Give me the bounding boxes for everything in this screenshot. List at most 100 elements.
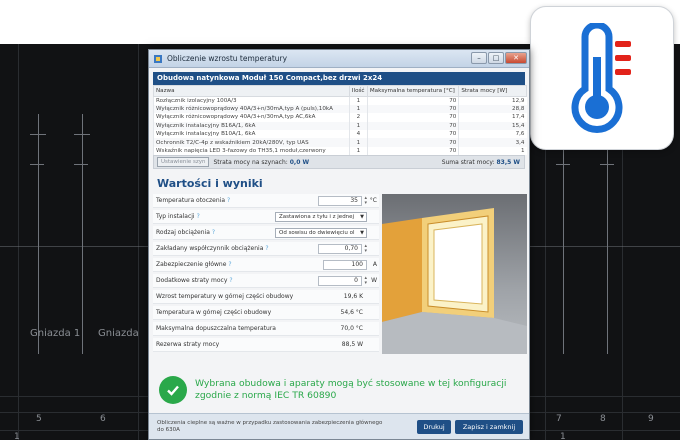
spinner-icon[interactable]: ▴ ▾ — [364, 275, 367, 286]
cad-label: 1 — [14, 432, 20, 440]
field-unit: °C — [369, 197, 377, 205]
column-header-name[interactable]: Nazwa — [153, 85, 350, 97]
title-bar[interactable]: Obliczenie wzrostu temperatury – □ ✕ — [149, 50, 529, 68]
table-row[interactable]: Wskaźnik napięcia LED 3-fazowy do TH35,1… — [153, 146, 527, 156]
table-row[interactable]: Rozłącznik izolacyjny 100A/3 1 70 12,9 — [153, 96, 527, 105]
cell-name: Ochronnik T2/C-4p z wskaźnikiem 20kA/280… — [153, 138, 350, 147]
field-select[interactable]: Zastawiona z tyłu i z jednej ▼ — [275, 211, 367, 222]
cell-qty: 1 — [348, 96, 368, 105]
cell-loss: 15,4 — [458, 121, 527, 131]
help-icon[interactable]: ? — [228, 261, 231, 268]
spinner-icon[interactable]: ▴ ▾ — [364, 243, 367, 254]
cell-name: Wyłącznik instalacyjny B16A/1, 6kA — [153, 121, 350, 131]
result-field-row: Rodzaj obciążenia? Od sowisu do dwiewięci… — [153, 226, 379, 240]
close-button[interactable]: ✕ — [505, 52, 527, 64]
device-table: Nazwa Ilość Maksymalna temperatura [°C] … — [153, 85, 527, 156]
cell-loss: 12,9 — [458, 96, 527, 105]
results-title: Wartości i wyniki — [157, 177, 263, 191]
cell-qty: 1 — [348, 104, 368, 114]
cad-label: 7 — [556, 414, 562, 424]
cell-qty: 1 — [348, 138, 368, 147]
field-input[interactable]: 100 — [323, 259, 367, 270]
cad-wire — [74, 134, 90, 135]
cad-wire — [38, 114, 39, 354]
field-unit: W — [371, 277, 377, 285]
column-header-loss[interactable]: Strata mocy [W] — [458, 85, 527, 97]
minimize-button[interactable]: – — [471, 52, 487, 64]
table-row[interactable]: Wyłącznik instalacyjny B10A/1, 6kA 4 70 7,6 — [153, 130, 527, 139]
cell-name: Rozłącznik izolacyjny 100A/3 — [153, 96, 350, 105]
cell-loss: 17,4 — [458, 113, 527, 122]
cad-wire — [0, 246, 148, 247]
maximize-button[interactable]: □ — [488, 52, 504, 64]
cell-temp: 70 — [366, 104, 459, 114]
result-field-row: Zakładany współczynnik obciążenia? 0,70 ▴ ▾ — [153, 242, 379, 256]
total-loss-value: 83,5 W — [496, 158, 520, 166]
cell-temp: 70 — [366, 121, 459, 131]
print-button[interactable]: Drukuj — [417, 420, 451, 434]
cell-qty: 4 — [348, 130, 368, 139]
result-field-row: Zabezpieczenie główne? 100 A — [153, 258, 379, 272]
result-message-line2: zgodnie z normą IEC TR 60890 — [195, 390, 337, 402]
field-input[interactable]: 0,70 — [318, 243, 362, 254]
cad-label: Gniazda 1 — [30, 328, 81, 339]
bottom-bar: Obliczenia cieplne są ważne w przypadku … — [149, 413, 529, 439]
result-banner: Wybrana obudowa i aparaty mogą być stoso… — [153, 368, 525, 412]
cell-loss: 7,6 — [458, 130, 527, 139]
cell-temp: 70 — [366, 96, 459, 105]
help-icon[interactable]: ? — [197, 213, 200, 220]
result-message-line1: Wybrana obudowa i aparaty mogą być stoso… — [195, 378, 507, 390]
cad-label: 9 — [648, 414, 654, 424]
cad-label: 8 — [600, 414, 606, 424]
result-field-row: Temperatura otoczenia? 35 ▴ ▾ °C — [153, 194, 379, 208]
total-loss: Suma strat mocy: 83,5 W — [442, 159, 520, 166]
field-input[interactable]: 35 — [318, 195, 362, 206]
thermometer-tile — [530, 6, 674, 150]
result-field-row: Wzrost temperatury w górnej części obudo… — [153, 290, 379, 304]
field-select[interactable]: Od sowisu do dwiewięciu ol ▼ — [275, 227, 367, 238]
table-row[interactable]: Wyłącznik instalacyjny B16A/1, 6kA 1 70 15,… — [153, 121, 527, 131]
help-icon[interactable]: ? — [265, 245, 268, 252]
cad-label: 1 — [560, 432, 566, 440]
result-field-row: Maksymalna dopuszczalna temperatura 70,0 … — [153, 322, 379, 336]
help-icon[interactable]: ? — [229, 277, 232, 284]
help-icon[interactable]: ? — [212, 229, 215, 236]
total-loss-label: Suma strat mocy: — [441, 158, 495, 166]
cad-wire — [556, 164, 570, 165]
busbar-loss-label: Strata mocy na szynach: — [213, 158, 288, 166]
table-row[interactable]: Ochronnik T2/C-4p z wskaźnikiem 20kA/280… — [153, 138, 527, 147]
table-row[interactable]: Wyłącznik różnicowoprądowy 40A/3+n/30mA,… — [153, 104, 527, 114]
bottom-note: Obliczenia cieplne są ważne w przypadku … — [157, 419, 383, 433]
table-row[interactable]: Wyłącznik różnicowoprądowy 40A/3+n/30mA,… — [153, 113, 527, 122]
column-header-qty[interactable]: Ilość — [348, 85, 368, 97]
spinner-icon[interactable]: ▴ ▾ — [364, 195, 367, 206]
cad-wire — [30, 164, 44, 165]
help-icon[interactable]: ? — [227, 197, 230, 204]
busbar-settings-button[interactable]: Ustawienie szyn — [157, 157, 210, 168]
field-readout: 54,6 °C — [340, 309, 363, 317]
select-value: Od sowisu do dwiewięciu ol — [279, 229, 355, 236]
result-field-row: Rezerwa straty mocy 88,5 W — [153, 338, 379, 352]
cad-wire — [74, 164, 88, 165]
column-header-temp[interactable]: Maksymalna temperatura [°C] — [366, 85, 460, 97]
cad-wire — [563, 114, 564, 354]
table-footer: Ustawienie szyn Strata mocy na szynach: … — [153, 155, 525, 170]
results-area: Temperatura otoczenia? 35 ▴ ▾ °C Typ instalac… — [149, 194, 529, 358]
cad-wire — [82, 114, 83, 354]
thermometer-icon — [571, 23, 631, 133]
grid-line — [138, 44, 139, 440]
cell-temp: 70 — [366, 146, 459, 156]
cad-wire — [600, 164, 614, 165]
result-field-row: Temperatura w górnej części obudowy 54,6 … — [153, 306, 379, 320]
field-input[interactable]: 0 — [318, 275, 362, 286]
enclosure-3d-view[interactable] — [382, 194, 527, 355]
field-unit: A — [372, 261, 377, 269]
check-circle-icon — [159, 376, 187, 405]
chevron-down-icon: ▼ — [360, 229, 364, 236]
save-close-button[interactable]: Zapisz i zamknij — [455, 420, 523, 434]
cad-wire — [30, 134, 46, 135]
cad-wire — [607, 114, 608, 354]
cell-name: Wyłącznik różnicowoprądowy 40A/3+n/30mA,… — [153, 113, 350, 122]
cell-loss: 1 — [458, 146, 527, 156]
cell-name: Wyłącznik instalacyjny B10A/1, 6kA — [153, 130, 350, 139]
